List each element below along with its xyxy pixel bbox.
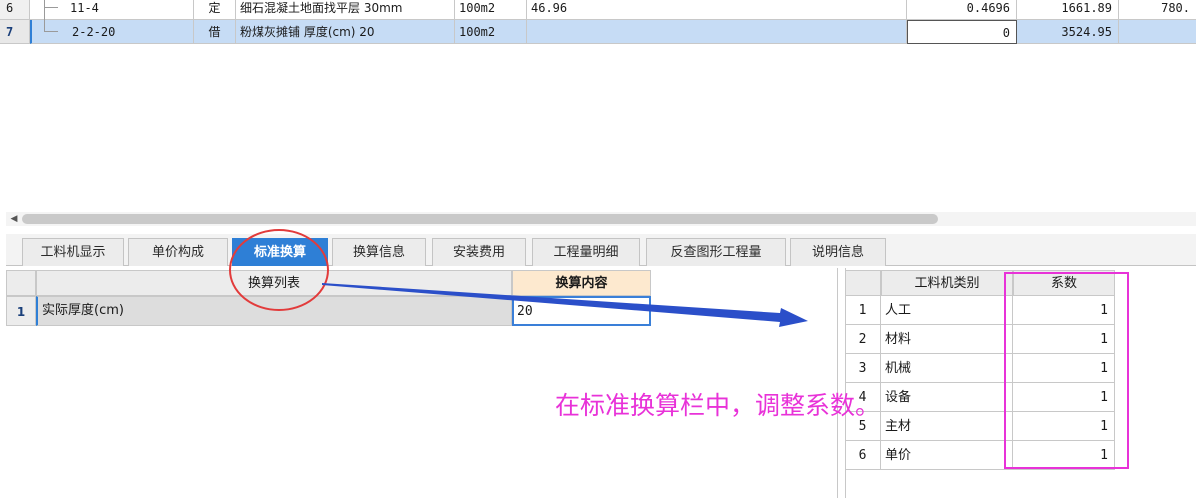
highlight-box — [1004, 272, 1129, 469]
highlight-circle — [229, 229, 329, 311]
arrow-icon — [322, 283, 808, 327]
annotation-text: 在标准换算栏中，调整系数。 — [555, 391, 881, 420]
